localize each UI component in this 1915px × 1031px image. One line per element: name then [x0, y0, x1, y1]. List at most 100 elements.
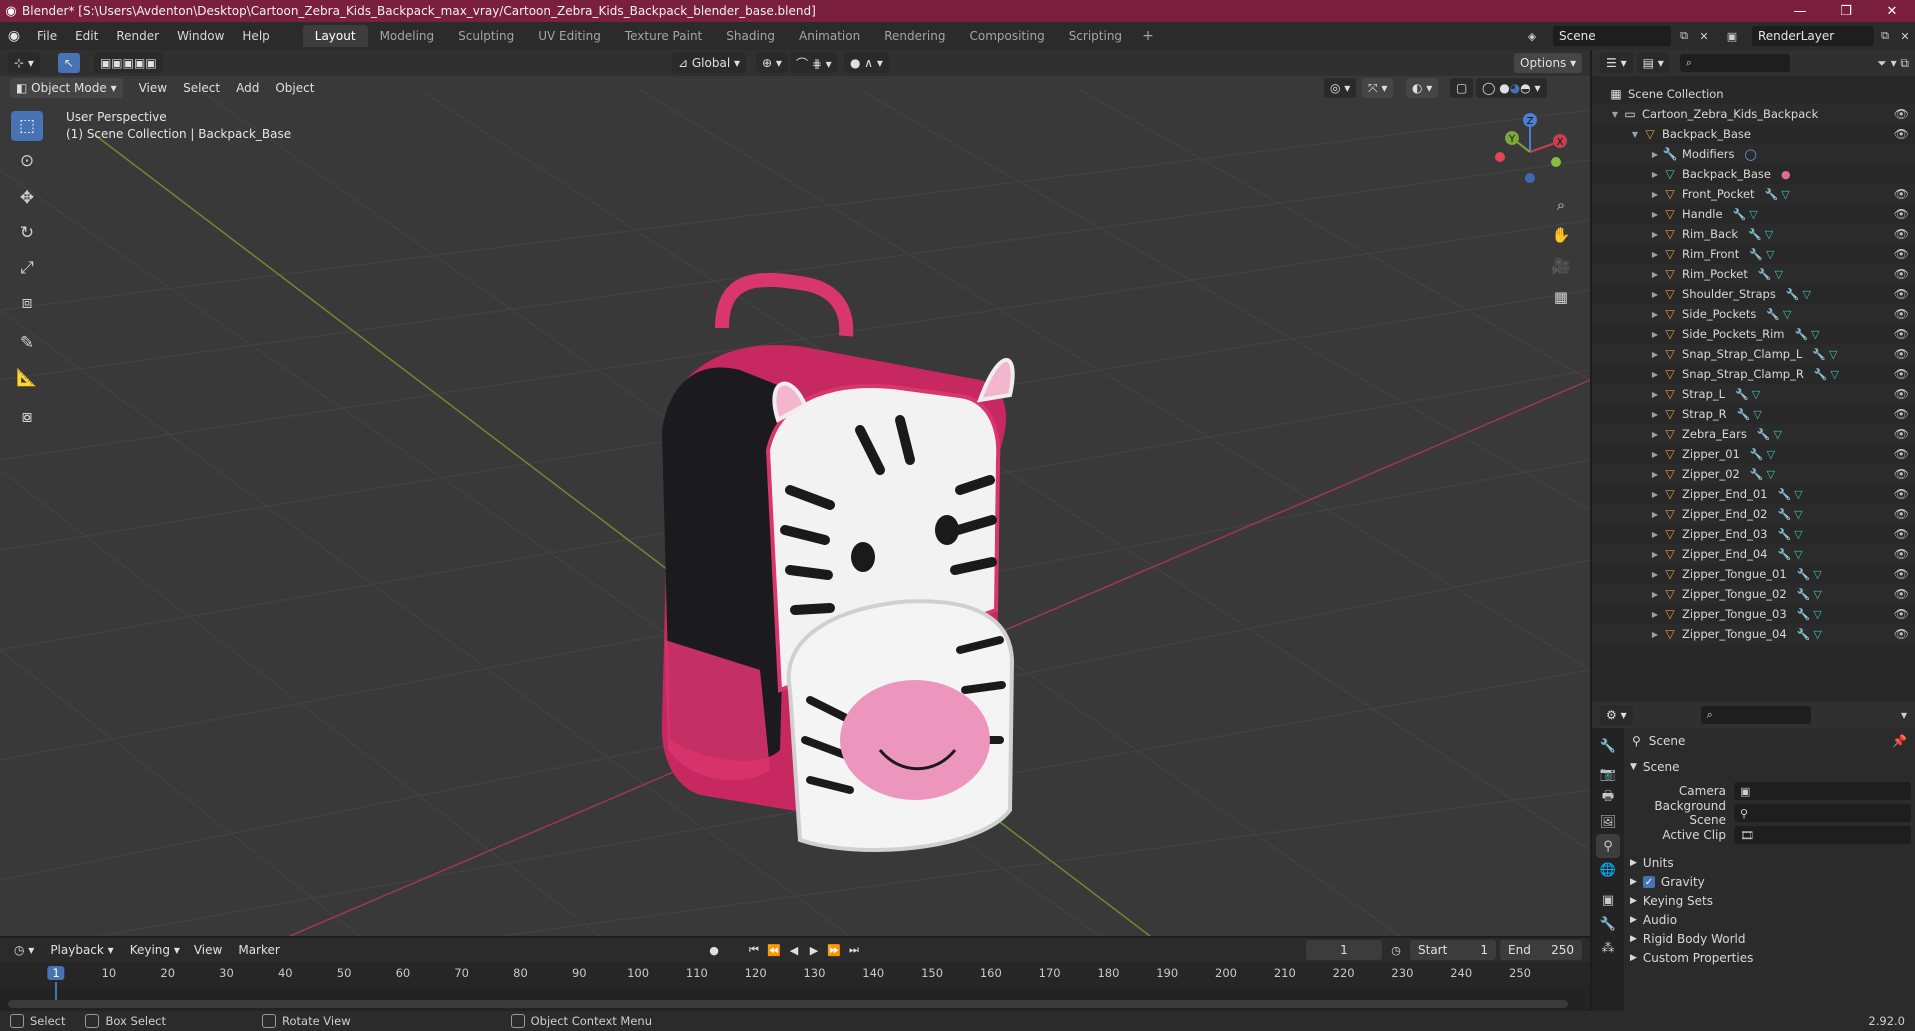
outliner-child-item[interactable]: ▶ ▽ Zipper_Tongue_01 🔧▽ 👁 — [1592, 564, 1915, 584]
eye-visibility-icon[interactable]: 👁 — [1894, 447, 1909, 461]
outliner-child-item[interactable]: ▶ ▽ Rim_Front 🔧▽ 👁 — [1592, 244, 1915, 264]
tab-rendering[interactable]: Rendering — [872, 25, 957, 47]
eye-visibility-icon[interactable]: 👁 — [1894, 527, 1909, 541]
editor-type-icon[interactable]: ⊹ ▾ — [8, 53, 40, 73]
new-scene-icon[interactable]: ⧉ — [1675, 27, 1693, 45]
eye-visibility-icon[interactable]: 👁 — [1894, 547, 1909, 561]
outliner-search-input[interactable]: ⌕ — [1679, 54, 1790, 72]
chevron-right-icon[interactable]: ▶ — [1650, 550, 1660, 559]
object-tab-icon[interactable]: ▣ — [1596, 888, 1620, 912]
chevron-right-icon[interactable]: ▶ — [1650, 510, 1660, 519]
world-tab-icon[interactable]: 🌐 — [1596, 858, 1620, 882]
eye-visibility-icon[interactable]: 👁 — [1894, 407, 1909, 421]
current-frame-field[interactable]: 1 — [1306, 940, 1382, 960]
outliner-modifiers[interactable]: ▶ 🔧 Modifiers ◯ — [1592, 144, 1915, 164]
xray-icon[interactable]: ▢ — [1450, 78, 1474, 98]
tab-texture-paint[interactable]: Texture Paint — [613, 25, 714, 47]
pan-hand-icon[interactable]: ✋ — [1548, 222, 1574, 248]
eye-visibility-icon[interactable]: 👁 — [1894, 107, 1909, 121]
outliner-child-item[interactable]: ▶ ▽ Zipper_Tongue_03 🔧▽ 👁 — [1592, 604, 1915, 624]
tool-tab-icon[interactable]: 🔧 — [1596, 734, 1620, 758]
eye-visibility-icon[interactable]: 👁 — [1894, 607, 1909, 621]
menu-edit[interactable]: Edit — [66, 29, 107, 43]
tab-shading[interactable]: Shading — [714, 25, 787, 47]
backpack-model[interactable] — [661, 273, 1015, 852]
start-frame-field[interactable]: Start 1 — [1410, 940, 1496, 960]
chevron-right-icon[interactable]: ▶ — [1650, 350, 1660, 359]
view-layer-tab-icon[interactable]: 🖼 — [1596, 810, 1620, 834]
play-icon[interactable]: ▶ — [806, 942, 822, 958]
clock-icon[interactable]: ◷ — [1388, 942, 1404, 958]
outliner-child-item[interactable]: ▶ ▽ Side_Pockets 🔧▽ 👁 — [1592, 304, 1915, 324]
outliner-child-item[interactable]: ▶ ▽ Side_Pockets_Rim 🔧▽ 👁 — [1592, 324, 1915, 344]
camera-view-icon[interactable]: 🎥 — [1548, 253, 1574, 279]
menu-render[interactable]: Render — [107, 29, 168, 43]
add-cube-tool-icon[interactable]: ⧇ — [11, 402, 43, 432]
chevron-right-icon[interactable]: ▶ — [1650, 270, 1660, 279]
transform-orientation-dropdown[interactable]: ⊿ Global ▾ — [672, 53, 746, 73]
timeline-ruler[interactable]: 1 10 20 30 40 50 60 70 80 90 100 110 120 130 140 150 160… — [0, 962, 1590, 1006]
active-clip-field[interactable]: 🎞 — [1734, 826, 1911, 844]
eye-visibility-icon[interactable]: 👁 — [1894, 507, 1909, 521]
chevron-right-icon[interactable]: ▶ — [1650, 430, 1660, 439]
pivot-point-icon[interactable]: ⊕ ▾ — [756, 53, 788, 73]
outliner-child-item[interactable]: ▶ ▽ Zipper_01 🔧▽ 👁 — [1592, 444, 1915, 464]
3d-viewport[interactable]: ⊹ ▾ ↖ ▣▣▣▣▣ ⊿ Global ▾ ⊕ ▾ ⌒ ⋕ ▾ ● ∧ ▾ O… — [0, 50, 1590, 936]
outliner-child-item[interactable]: ▶ ▽ Zipper_End_04 🔧▽ 👁 — [1592, 544, 1915, 564]
outliner-child-item[interactable]: ▶ ▽ Zipper_02 🔧▽ 👁 — [1592, 464, 1915, 484]
outliner-child-item[interactable]: ▶ ▽ Strap_L 🔧▽ 👁 — [1592, 384, 1915, 404]
chevron-right-icon[interactable]: ▶ — [1650, 610, 1660, 619]
navigation-gizmo[interactable]: Z X Y — [1490, 110, 1570, 190]
close-icon[interactable]: ✕ — [1869, 0, 1915, 22]
chevron-right-icon[interactable]: ▶ — [1650, 570, 1660, 579]
add-workspace-icon[interactable]: + — [1134, 28, 1162, 44]
eye-visibility-icon[interactable]: 👁 — [1894, 127, 1909, 141]
delete-scene-icon[interactable]: ✕ — [1695, 27, 1713, 45]
visibility-icon[interactable]: ◎ ▾ — [1324, 78, 1357, 98]
eye-visibility-icon[interactable]: 👁 — [1894, 567, 1909, 581]
camera-field[interactable]: ▣ — [1734, 782, 1911, 800]
chevron-right-icon[interactable]: ▶ — [1650, 410, 1660, 419]
measure-tool-icon[interactable]: 📐 — [11, 363, 43, 393]
render-tab-icon[interactable]: 📷 — [1596, 762, 1620, 786]
eye-visibility-icon[interactable]: 👁 — [1894, 387, 1909, 401]
menu-view[interactable]: View — [131, 81, 175, 95]
zoom-icon[interactable]: ⌕ — [1548, 192, 1574, 218]
eye-visibility-icon[interactable]: 👁 — [1894, 267, 1909, 281]
eye-visibility-icon[interactable]: 👁 — [1894, 467, 1909, 481]
output-tab-icon[interactable]: 🖶 — [1596, 786, 1620, 810]
chevron-down-icon[interactable]: ▾ — [1901, 708, 1907, 722]
tab-modeling[interactable]: Modeling — [368, 25, 447, 47]
new-render-layer-icon[interactable]: ⧉ — [1876, 27, 1894, 45]
shading-mode-icons[interactable]: ◯ ● ◕ ◓ ▾ — [1476, 78, 1547, 98]
transform-tool-icon[interactable]: ⧈ — [11, 288, 43, 318]
proportional-edit-icon[interactable]: ● ∧ ▾ — [844, 53, 889, 73]
outliner-child-item[interactable]: ▶ ▽ Zipper_End_01 🔧▽ 👁 — [1592, 484, 1915, 504]
ortho-grid-icon[interactable]: ▦ — [1548, 284, 1574, 310]
eye-visibility-icon[interactable]: 👁 — [1894, 307, 1909, 321]
scene-selector[interactable]: Scene — [1553, 26, 1671, 46]
chevron-right-icon[interactable]: ▶ — [1650, 370, 1660, 379]
eye-visibility-icon[interactable]: 👁 — [1894, 587, 1909, 601]
scene-type-icon[interactable]: ◈ — [1523, 27, 1541, 45]
properties-section-custom-properties[interactable]: ▶ Custom Properties — [1624, 947, 1915, 969]
end-frame-field[interactable]: End 250 — [1500, 940, 1582, 960]
chevron-down-icon[interactable]: ▼ — [1630, 130, 1640, 139]
outliner-child-item[interactable]: ▶ ▽ Zebra_Ears 🔧▽ 👁 — [1592, 424, 1915, 444]
chevron-right-icon[interactable]: ▶ — [1650, 390, 1660, 399]
eye-visibility-icon[interactable]: 👁 — [1894, 427, 1909, 441]
mode-dropdown[interactable]: ◧ Object Mode ▾ — [10, 78, 123, 98]
chevron-right-icon[interactable]: ▶ — [1650, 250, 1660, 259]
scale-tool-icon[interactable]: ⤢ — [11, 253, 43, 283]
outliner-child-item[interactable]: ▶ ▽ Zipper_End_02 🔧▽ 👁 — [1592, 504, 1915, 524]
snap-icon[interactable]: ⌒ ⋕ ▾ — [790, 53, 838, 73]
outliner-child-item[interactable]: ▶ ▽ Zipper_Tongue_02 🔧▽ 👁 — [1592, 584, 1915, 604]
eye-visibility-icon[interactable]: 👁 — [1894, 347, 1909, 361]
play-reverse-icon[interactable]: ◀ — [786, 942, 802, 958]
display-mode-icon[interactable]: ▤ ▾ — [1636, 53, 1670, 73]
outliner-child-item[interactable]: ▶ ▽ Strap_R 🔧▽ 👁 — [1592, 404, 1915, 424]
eye-visibility-icon[interactable]: 👁 — [1894, 487, 1909, 501]
select-tool-icon[interactable]: ↖ — [57, 53, 80, 73]
eye-visibility-icon[interactable]: 👁 — [1894, 247, 1909, 261]
outliner-scene-collection[interactable]: ▦ Scene Collection — [1592, 84, 1915, 104]
